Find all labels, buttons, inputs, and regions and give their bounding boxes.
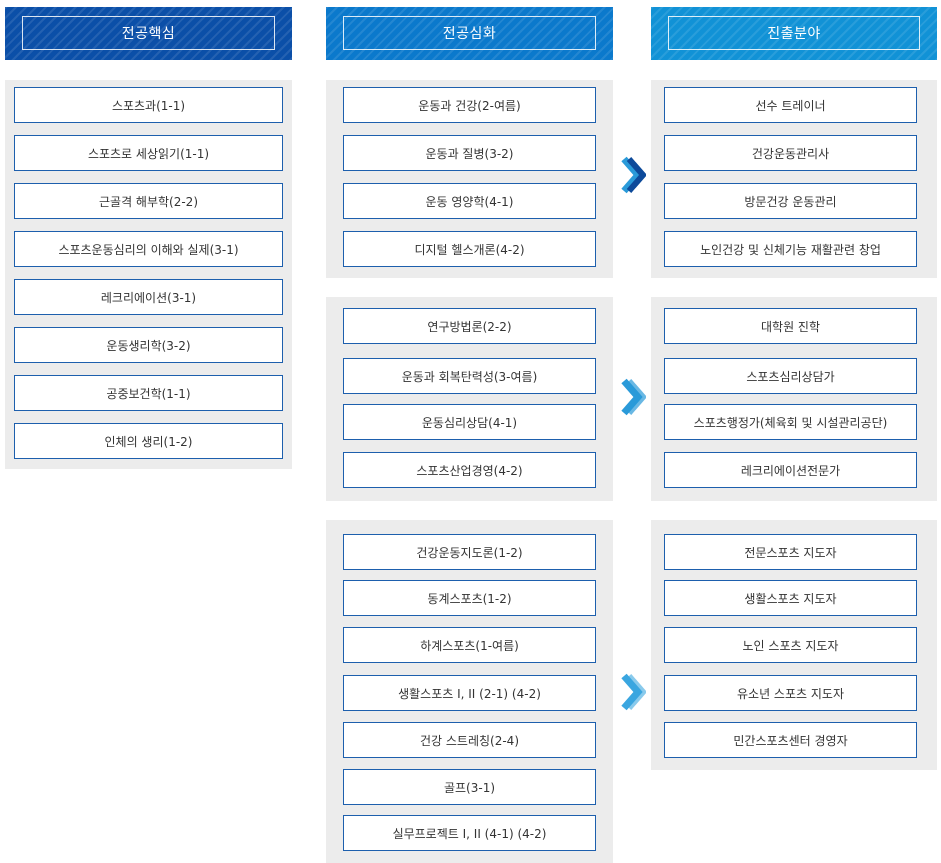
career-item: 노인 스포츠 지도자	[664, 627, 917, 663]
career-item: 민간스포츠센터 경영자	[664, 722, 917, 758]
track-1-courses-panel: 운동과 건강(2-여름) 운동과 질병(3-2) 운동 영양학(4-1) 디지털…	[326, 80, 613, 278]
track-course: 운동심리상담(4-1)	[343, 404, 596, 440]
career-item: 선수 트레이너	[664, 87, 917, 123]
track-course: 운동과 회복탄력성(3-여름)	[343, 358, 596, 394]
track-2-courses-panel: 연구방법론(2-2) 운동과 회복탄력성(3-여름) 운동심리상담(4-1) 스…	[326, 297, 613, 501]
core-course: 인체의 생리(1-2)	[14, 423, 283, 459]
track-3-courses-panel: 건강운동지도론(1-2) 동계스포츠(1-2) 하계스포츠(1-여름) 생활스포…	[326, 520, 613, 863]
track-course: 연구방법론(2-2)	[343, 308, 596, 344]
header-career-label: 진출분야	[668, 16, 920, 50]
career-item: 스포츠심리상담가	[664, 358, 917, 394]
career-item: 건강운동관리사	[664, 135, 917, 171]
chevron-right-icon	[621, 156, 646, 194]
track-course: 운동과 건강(2-여름)	[343, 87, 596, 123]
track-3-careers-panel: 전문스포츠 지도자 생활스포츠 지도자 노인 스포츠 지도자 유소년 스포츠 지…	[651, 520, 937, 770]
career-item: 스포츠행정가(체육회 및 시설관리공단)	[664, 404, 917, 440]
core-course: 스포츠로 세상읽기(1-1)	[14, 135, 283, 171]
chevron-right-icon	[621, 378, 646, 416]
career-item: 생활스포츠 지도자	[664, 580, 917, 616]
header-core-label: 전공핵심	[22, 16, 275, 50]
core-course: 스포츠운동심리의 이해와 실제(3-1)	[14, 231, 283, 267]
career-item: 노인건강 및 신체기능 재활관련 창업	[664, 231, 917, 267]
track-course: 디지털 헬스개론(4-2)	[343, 231, 596, 267]
career-item: 방문건강 운동관리	[664, 183, 917, 219]
core-course: 운동생리학(3-2)	[14, 327, 283, 363]
track-course: 운동 영양학(4-1)	[343, 183, 596, 219]
track-course: 운동과 질병(3-2)	[343, 135, 596, 171]
track-2-careers-panel: 대학원 진학 스포츠심리상담가 스포츠행정가(체육회 및 시설관리공단) 레크리…	[651, 297, 937, 501]
chevron-right-icon	[621, 673, 646, 711]
track-course: 골프(3-1)	[343, 769, 596, 805]
track-course: 스포츠산업경영(4-2)	[343, 452, 596, 488]
header-career: 진출분야	[651, 7, 937, 60]
core-course: 레크리에이션(3-1)	[14, 279, 283, 315]
header-core: 전공핵심	[5, 7, 292, 60]
career-item: 전문스포츠 지도자	[664, 534, 917, 570]
track-course: 생활스포츠 I, II (2-1) (4-2)	[343, 675, 596, 711]
track-course: 동계스포츠(1-2)	[343, 580, 596, 616]
track-1-careers-panel: 선수 트레이너 건강운동관리사 방문건강 운동관리 노인건강 및 신체기능 재활…	[651, 80, 937, 278]
track-course: 실무프로젝트 I, II (4-1) (4-2)	[343, 815, 596, 851]
career-item: 레크리에이션전문가	[664, 452, 917, 488]
career-item: 대학원 진학	[664, 308, 917, 344]
header-advanced-label: 전공심화	[343, 16, 596, 50]
core-course: 근골격 해부학(2-2)	[14, 183, 283, 219]
career-item: 유소년 스포츠 지도자	[664, 675, 917, 711]
track-course: 하계스포츠(1-여름)	[343, 627, 596, 663]
core-course: 공중보건학(1-1)	[14, 375, 283, 411]
track-course: 건강운동지도론(1-2)	[343, 534, 596, 570]
track-course: 건강 스트레칭(2-4)	[343, 722, 596, 758]
core-course: 스포츠과(1-1)	[14, 87, 283, 123]
header-advanced: 전공심화	[326, 7, 613, 60]
core-panel: 스포츠과(1-1) 스포츠로 세상읽기(1-1) 근골격 해부학(2-2) 스포…	[5, 80, 292, 469]
